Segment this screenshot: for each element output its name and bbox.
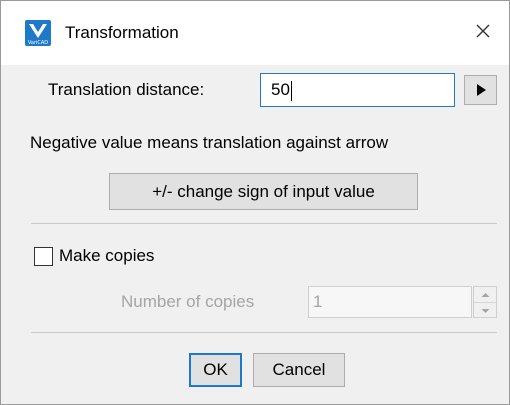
close-button[interactable] [465,13,501,49]
translation-distance-value: 50 [271,80,290,99]
translation-distance-label: Translation distance: [48,80,205,99]
dialog-content: Translation distance: 50 Negative value … [1,65,509,404]
ok-button[interactable]: OK [189,353,242,387]
translation-distance-input[interactable]: 50 [260,73,455,107]
change-sign-button[interactable]: +/- change sign of input value [109,173,418,210]
spin-up-button[interactable] [474,287,496,302]
close-icon [476,24,490,38]
negative-value-hint: Negative value means translation against… [30,133,389,152]
arrow-direction-button[interactable] [464,75,497,105]
separator-bottom [31,332,497,333]
logo-text: VariCAD [28,40,48,46]
number-of-copies-value: 1 [313,292,323,311]
make-copies-label: Make copies [59,246,155,265]
window-title: Transformation [65,23,179,42]
separator-top [31,223,497,224]
transformation-dialog: VariCAD Transformation Translation dista… [0,0,510,405]
number-of-copies-label: Number of copies [121,292,255,311]
spin-down-button[interactable] [474,302,496,318]
number-of-copies-input[interactable]: 1 [308,286,472,318]
chevron-down-icon [481,308,489,313]
make-copies-checkbox[interactable] [34,247,53,266]
chevron-up-icon [481,292,489,297]
play-arrow-icon [476,84,486,96]
cancel-button[interactable]: Cancel [253,353,345,387]
title-bar: VariCAD Transformation [1,1,509,65]
varicad-logo-icon: VariCAD [25,20,51,46]
text-caret [290,80,292,101]
number-of-copies-spinner[interactable] [473,286,497,318]
